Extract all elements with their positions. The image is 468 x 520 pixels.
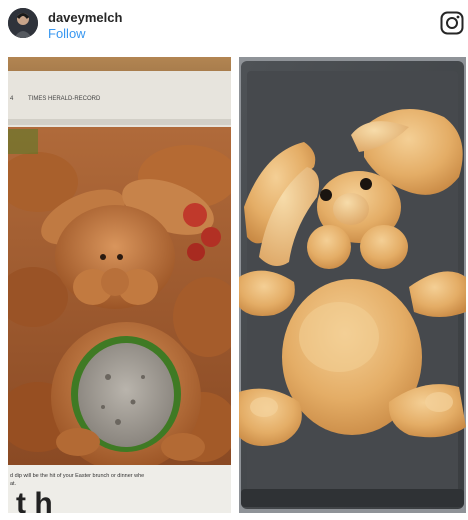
username[interactable]: daveymelch bbox=[48, 10, 122, 25]
instagram-post: daveymelch Follow 4 TIMES HERALD-RECORD … bbox=[0, 0, 468, 520]
headline-fragment: t h bbox=[16, 487, 53, 513]
homemade-bunny-photo bbox=[239, 57, 466, 513]
post-photos: 4 TIMES HERALD-RECORD d dip will be the … bbox=[0, 57, 466, 520]
caption-line-1: d dip will be the hit of your Easter bru… bbox=[10, 473, 144, 479]
newspaper-photo: 4 TIMES HERALD-RECORD d dip will be the … bbox=[0, 57, 243, 520]
post-header: daveymelch Follow bbox=[0, 0, 468, 52]
avatar[interactable] bbox=[8, 8, 38, 38]
instagram-icon[interactable] bbox=[440, 11, 464, 35]
follow-button[interactable]: Follow bbox=[48, 26, 86, 41]
newspaper-header: TIMES HERALD-RECORD bbox=[28, 96, 101, 102]
